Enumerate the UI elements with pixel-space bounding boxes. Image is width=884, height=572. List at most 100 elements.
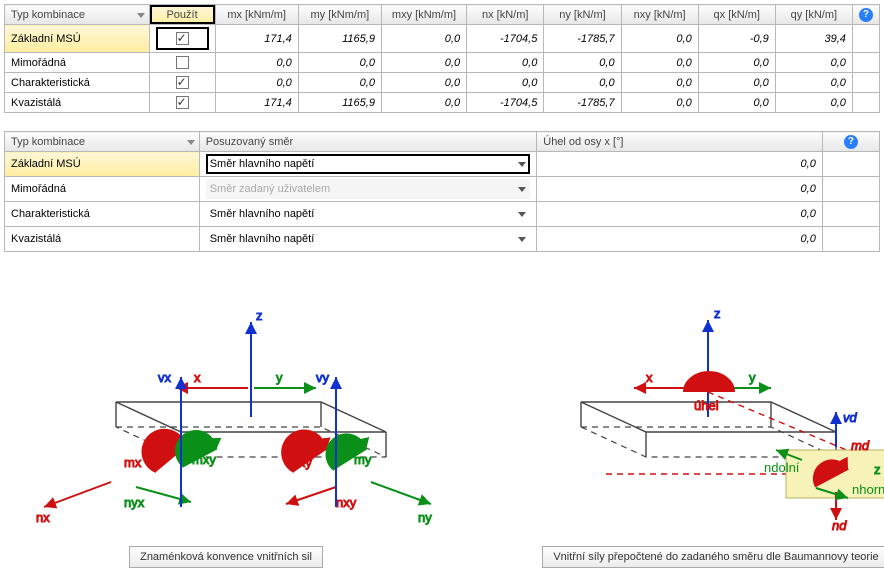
col-nx[interactable]: nx [kN/m]: [467, 5, 544, 25]
svg-text:vx: vx: [158, 370, 172, 385]
val-cell: 171,4: [215, 25, 298, 53]
direction-cell[interactable]: Směr hlavního napětí: [199, 227, 537, 252]
val-cell: 0,0: [298, 53, 381, 73]
angle-cell: 0,0: [537, 227, 823, 252]
col-mx[interactable]: mx [kNm/m]: [215, 5, 298, 25]
col2-smer[interactable]: Posuzovaný směr: [199, 132, 537, 152]
val-cell: 0,0: [381, 53, 466, 73]
val-cell: -1704,5: [467, 93, 544, 113]
use-cell[interactable]: [149, 25, 215, 53]
diagrams-row: z x y vx vy mx mxy mxy my nx: [4, 282, 880, 568]
direction-select: Směr zadaný uživatelem: [206, 179, 531, 199]
table-row[interactable]: Kvazistálá171,41165,90,0-1704,5-1785,70,…: [5, 93, 880, 113]
row-name: Kvazistálá: [5, 227, 200, 252]
pad-cell: [822, 152, 879, 177]
row-name: Mimořádná: [5, 53, 150, 73]
direction-value: Směr hlavního napětí: [210, 233, 315, 245]
direction-table: Typ kombinace Posuzovaný směr Úhel od os…: [4, 131, 880, 252]
direction-value: Směr zadaný uživatelem: [210, 183, 330, 195]
svg-text:ndolní: ndolní: [764, 460, 800, 475]
svg-text:mx: mx: [124, 455, 142, 470]
angle-cell: 0,0: [537, 177, 823, 202]
help-cell[interactable]: ?: [852, 5, 879, 25]
use-cell[interactable]: [149, 73, 215, 93]
table-row[interactable]: Kvazistálá Směr hlavního napětí 0,0: [5, 227, 880, 252]
pad-cell: [852, 25, 879, 53]
angle-cell: 0,0: [537, 152, 823, 177]
col-typ[interactable]: Typ kombinace: [5, 5, 150, 25]
val-cell: 0,0: [298, 73, 381, 93]
row-name: Charakteristická: [5, 202, 200, 227]
use-checkbox[interactable]: [176, 76, 189, 89]
svg-text:y: y: [749, 370, 756, 385]
help-cell-2[interactable]: ?: [822, 132, 879, 152]
col-pouzit[interactable]: Použít: [149, 5, 215, 25]
direction-value: Směr hlavního napětí: [210, 158, 315, 170]
val-cell: 0,0: [698, 93, 775, 113]
svg-text:nxy: nxy: [336, 495, 357, 510]
val-cell: 0,0: [698, 73, 775, 93]
col2-uhel[interactable]: Úhel od osy x [°]: [537, 132, 823, 152]
use-checkbox[interactable]: [176, 56, 189, 69]
pad-cell: [822, 202, 879, 227]
svg-text:x: x: [646, 370, 653, 385]
row-name: Základní MSÚ: [5, 25, 150, 53]
pad-cell: [852, 93, 879, 113]
val-cell: 0,0: [467, 53, 544, 73]
pad-cell: [852, 53, 879, 73]
direction-select[interactable]: Směr hlavního napětí: [206, 204, 531, 224]
col-my[interactable]: my [kNm/m]: [298, 5, 381, 25]
col-ny[interactable]: ny [kN/m]: [544, 5, 621, 25]
svg-text:mxy: mxy: [192, 452, 216, 467]
val-cell: 0,0: [621, 93, 698, 113]
col-nxy[interactable]: nxy [kN/m]: [621, 5, 698, 25]
svg-text:nyx: nyx: [124, 495, 145, 510]
chevron-down-icon: [518, 187, 526, 192]
use-checkbox[interactable]: [176, 96, 189, 109]
svg-text:y: y: [276, 370, 283, 385]
use-cell[interactable]: [149, 53, 215, 73]
svg-text:úhel: úhel: [694, 398, 719, 413]
use-checkbox[interactable]: [176, 32, 189, 45]
val-cell: 1165,9: [298, 25, 381, 53]
val-cell: 1165,9: [298, 93, 381, 113]
row-name: Charakteristická: [5, 73, 150, 93]
angle-cell: 0,0: [537, 202, 823, 227]
svg-text:md: md: [851, 438, 870, 453]
row-name: Kvazistálá: [5, 93, 150, 113]
use-cell[interactable]: [149, 93, 215, 113]
pad-cell: [822, 227, 879, 252]
col-qx[interactable]: qx [kN/m]: [698, 5, 775, 25]
direction-cell[interactable]: Směr hlavního napětí: [199, 152, 537, 177]
col-qy[interactable]: qy [kN/m]: [775, 5, 852, 25]
table-row[interactable]: Základní MSÚ171,41165,90,0-1704,5-1785,7…: [5, 25, 880, 53]
val-cell: 39,4: [775, 25, 852, 53]
direction-cell[interactable]: Směr zadaný uživatelem: [199, 177, 537, 202]
val-cell: 0,0: [215, 73, 298, 93]
forces-table: Typ kombinace Použít mx [kNm/m] my [kNm/…: [4, 4, 880, 113]
table-row[interactable]: Charakteristická0,00,00,00,00,00,00,00,0: [5, 73, 880, 93]
table-row[interactable]: Charakteristická Směr hlavního napětí 0,…: [5, 202, 880, 227]
direction-value: Směr hlavního napětí: [210, 208, 315, 220]
left-diagram: z x y vx vy mx mxy mxy my nx: [16, 282, 436, 568]
col2-typ[interactable]: Typ kombinace: [5, 132, 200, 152]
svg-text:nd: nd: [832, 518, 847, 532]
val-cell: 0,0: [215, 53, 298, 73]
help-icon[interactable]: ?: [844, 135, 858, 149]
table-row[interactable]: Základní MSÚ Směr hlavního napětí 0,0: [5, 152, 880, 177]
col-mxy[interactable]: mxy [kNm/m]: [381, 5, 466, 25]
svg-text:vy: vy: [316, 370, 330, 385]
direction-select[interactable]: Směr hlavního napětí: [206, 154, 531, 174]
table-row[interactable]: Mimořádná Směr zadaný uživatelem 0,0: [5, 177, 880, 202]
val-cell: 0,0: [544, 73, 621, 93]
chevron-down-icon: [518, 162, 526, 167]
pad-cell: [822, 177, 879, 202]
val-cell: 0,0: [775, 53, 852, 73]
val-cell: 0,0: [381, 73, 466, 93]
direction-select[interactable]: Směr hlavního napětí: [206, 229, 531, 249]
val-cell: -1785,7: [544, 93, 621, 113]
help-icon[interactable]: ?: [859, 8, 873, 22]
direction-cell[interactable]: Směr hlavního napětí: [199, 202, 537, 227]
chevron-down-icon: [518, 212, 526, 217]
table-row[interactable]: Mimořádná0,00,00,00,00,00,00,00,0: [5, 53, 880, 73]
